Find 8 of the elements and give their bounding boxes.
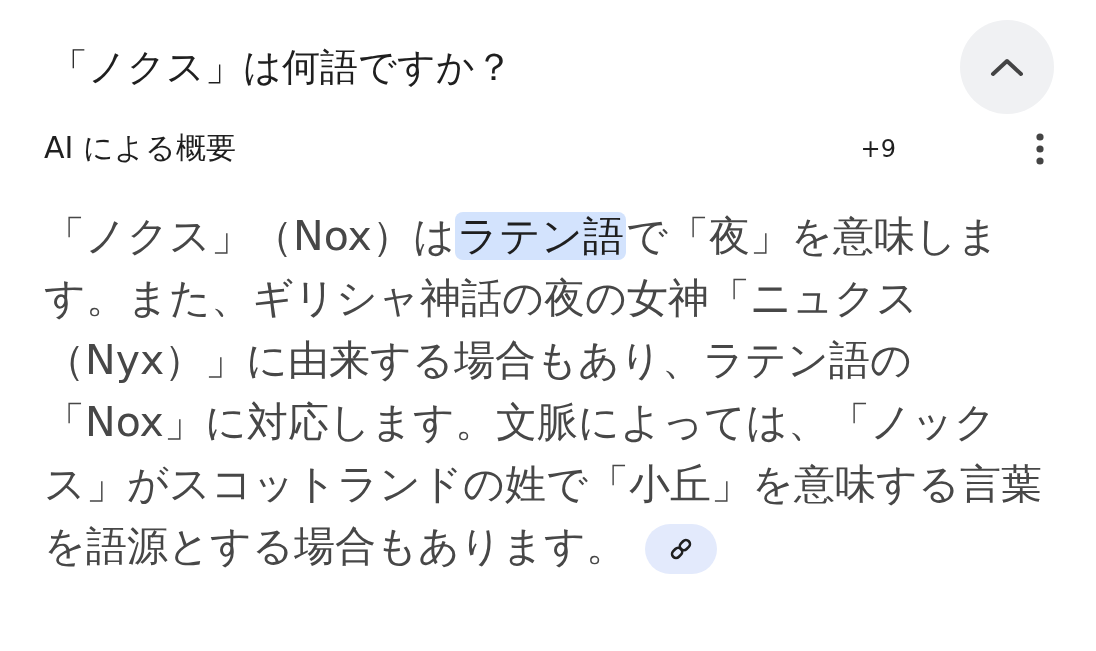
- question-title: 「ノクス」は何語ですか？: [50, 43, 513, 91]
- overview-label: AI による概要: [44, 129, 237, 167]
- link-button[interactable]: [645, 524, 717, 574]
- chevron-icon: [990, 57, 1024, 77]
- more-icon: [1036, 132, 1044, 165]
- answer-text: 「ノクス」（Nox）は ラテン語で「夜」を意味します。また、ギリシャ神話の夜の女神「ニュクス（Nyx）」に由来する場合もあり、ラテン語の「Nox」に対応します。文脈によっては、「ノックス」がスコットランドの姓で「小丘」を意味する言葉を語源とする場合もあります。: [44, 205, 1044, 577]
- link-icon: [669, 537, 693, 561]
- source-count: +9: [860, 134, 896, 163]
